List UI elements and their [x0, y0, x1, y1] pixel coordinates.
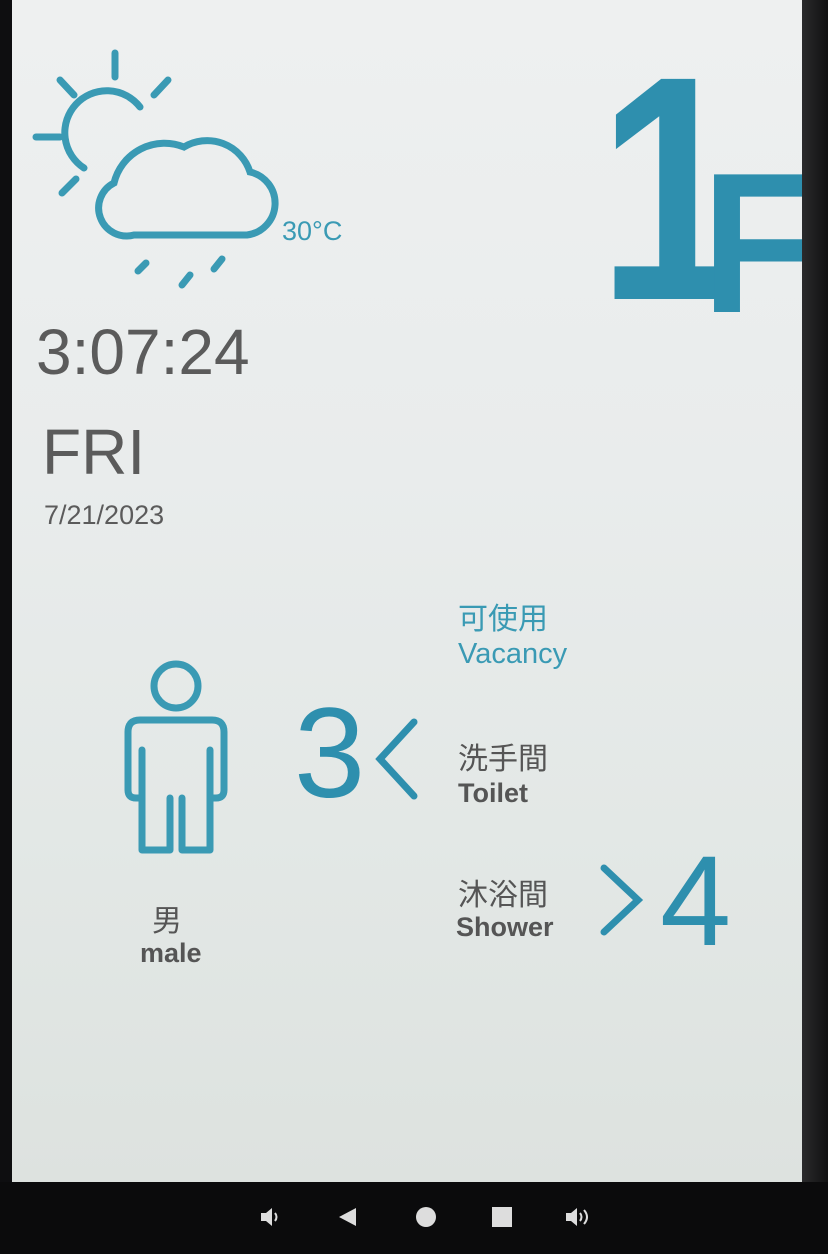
floor-unit: F	[702, 132, 802, 355]
home-icon[interactable]	[409, 1200, 443, 1234]
temperature-label: 30°C	[282, 216, 343, 246]
clock-time: 3:07:24	[36, 316, 250, 388]
clock-date: 7/21/2023	[44, 500, 165, 530]
recents-icon[interactable]	[485, 1200, 519, 1234]
volume-up-icon[interactable]	[562, 1200, 596, 1234]
shower-vacancy-count: 4	[660, 830, 732, 973]
shower-label-chinese: 沐浴間	[458, 879, 548, 912]
shower-label-english: Shower	[456, 912, 554, 942]
left-chevron-icon	[375, 718, 418, 800]
vacancy-label-english: Vacancy	[458, 638, 568, 670]
floor-indicator: 1 F	[598, 28, 802, 348]
right-chevron-icon	[600, 864, 644, 936]
back-icon[interactable]	[330, 1200, 364, 1234]
device-bezel-left	[0, 0, 12, 1254]
toilet-label-chinese: 洗手間	[458, 743, 548, 776]
gender-label-english: male	[140, 938, 202, 968]
partly-cloudy-rain-icon	[32, 49, 279, 289]
clock-day: FRI	[42, 416, 146, 488]
device-bezel-right	[802, 0, 828, 1254]
kiosk-screen: 30°C 1 F 3:07:24 FRI 7/21/2023 男 male 3 …	[12, 0, 802, 1182]
toilet-label-english: Toilet	[458, 778, 528, 808]
toilet-vacancy-count: 3	[294, 682, 366, 825]
volume-down-icon[interactable]	[254, 1200, 288, 1234]
gender-label-chinese: 男	[152, 904, 182, 939]
male-person-icon	[124, 660, 228, 854]
vacancy-label-chinese: 可使用	[458, 603, 548, 636]
